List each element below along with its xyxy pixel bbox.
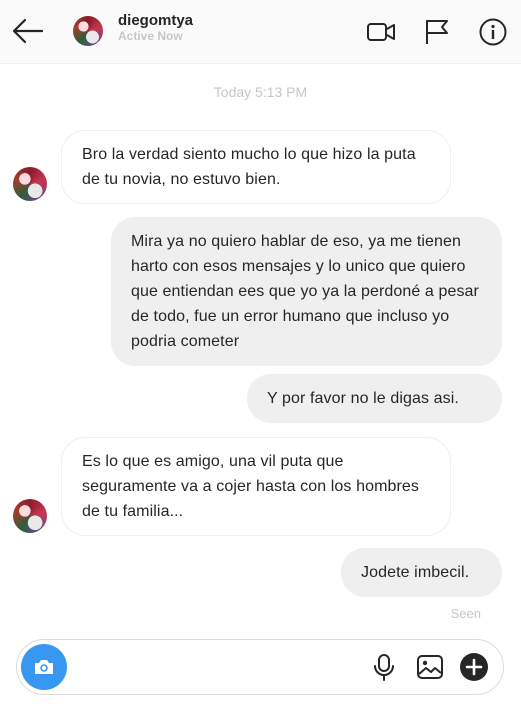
plus-icon[interactable] (459, 652, 489, 682)
chat-header: diegomtya Active Now (0, 0, 521, 64)
camera-icon (35, 660, 53, 674)
message-text: Es lo que es amigo, una vil puta que seg… (82, 453, 420, 520)
microphone-icon[interactable] (369, 652, 399, 682)
message-text: Bro la verdad siento mucho lo que hizo l… (82, 146, 416, 188)
back-arrow-icon[interactable] (12, 18, 44, 44)
avatar[interactable] (13, 167, 47, 201)
active-status: Active Now (118, 29, 183, 43)
flag-icon[interactable] (422, 17, 452, 47)
info-icon[interactable] (478, 17, 508, 47)
message-input[interactable] (77, 652, 361, 684)
seen-indicator: Seen (450, 606, 481, 621)
avatar[interactable] (13, 499, 47, 533)
message-bubble-outgoing[interactable]: Y por favor no le digas asi. (247, 374, 502, 423)
avatar[interactable] (73, 16, 103, 46)
conversation-timestamp: Today 5:13 PM (213, 84, 308, 100)
message-bubble-incoming[interactable]: Es lo que es amigo, una vil puta que seg… (61, 437, 451, 536)
message-text: Jodete imbecil. (361, 564, 470, 581)
message-text: Y por favor no le digas asi. (267, 390, 459, 407)
message-bubble-outgoing[interactable]: Jodete imbecil. (341, 548, 502, 597)
video-call-icon[interactable] (366, 17, 396, 47)
message-bubble-incoming[interactable]: Bro la verdad siento mucho lo que hizo l… (61, 130, 451, 204)
camera-button[interactable] (21, 644, 67, 690)
message-text: Mira ya no quiero hablar de eso, ya me t… (131, 233, 479, 350)
image-icon[interactable] (415, 652, 445, 682)
message-composer (16, 639, 504, 695)
username[interactable]: diegomtya (118, 12, 193, 29)
message-bubble-outgoing[interactable]: Mira ya no quiero hablar de eso, ya me t… (111, 217, 502, 366)
